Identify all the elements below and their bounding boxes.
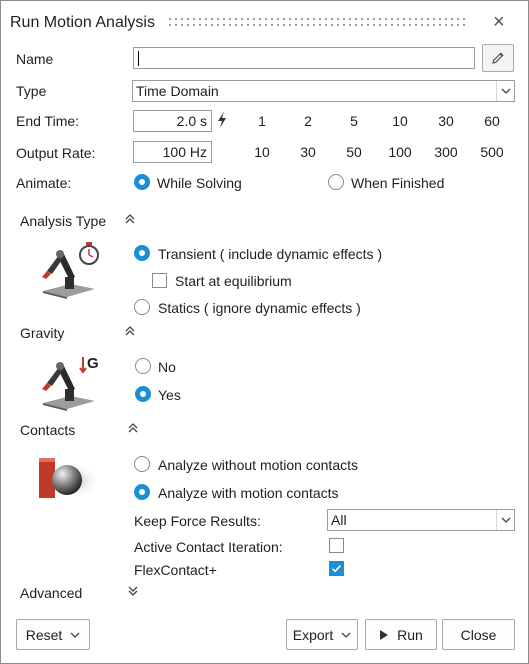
when-finished-label: When Finished: [351, 175, 445, 191]
keep-force-results-select[interactable]: All: [327, 509, 515, 531]
active-contact-iteration-label: Active Contact Iteration:: [134, 539, 283, 555]
active-contact-iteration-checkbox[interactable]: [329, 538, 344, 553]
checkmark-icon: [331, 565, 342, 573]
type-value: Time Domain: [136, 83, 219, 99]
collapse-analysis-type-icon[interactable]: [123, 212, 137, 229]
close-button[interactable]: Close: [442, 619, 515, 650]
flexcontact-checkbox[interactable]: [329, 561, 344, 576]
analysis-type-header: Analysis Type: [20, 213, 107, 229]
reset-button[interactable]: Reset: [16, 619, 90, 650]
output-rate-preset-100[interactable]: 100: [383, 144, 417, 160]
start-at-equilibrium-label: Start at equilibrium: [175, 273, 292, 289]
play-icon: [380, 629, 389, 640]
lightning-icon[interactable]: [215, 111, 229, 132]
gravity-header: Gravity: [20, 325, 65, 341]
pencil-icon[interactable]: [482, 44, 514, 72]
chevron-down-icon[interactable]: [496, 81, 514, 101]
while-solving-label: While Solving: [157, 175, 242, 191]
text-caret: [138, 51, 139, 66]
chevron-down-icon: [341, 632, 351, 638]
radio-when-finished[interactable]: [328, 174, 344, 190]
animate-label: Animate:: [16, 175, 72, 191]
contacts-header: Contacts: [20, 422, 76, 438]
name-label: Name: [16, 51, 54, 67]
output-rate-preset-300[interactable]: 300: [429, 144, 463, 160]
drag-handle[interactable]: [169, 18, 469, 30]
end-time-preset-30[interactable]: 30: [429, 113, 463, 129]
radio-while-solving[interactable]: [134, 174, 150, 190]
collapse-contacts-icon[interactable]: [126, 421, 140, 438]
transient-robot-icon: [39, 241, 101, 302]
radio-gravity-yes[interactable]: [135, 386, 151, 402]
end-time-preset-2[interactable]: 2: [291, 113, 325, 129]
gravity-yes-label: Yes: [158, 387, 181, 403]
gravity-no-label: No: [158, 359, 176, 375]
output-rate-input[interactable]: 100 Hz: [133, 141, 212, 163]
close-label: Close: [460, 626, 497, 643]
output-rate-preset-500[interactable]: 500: [475, 144, 509, 160]
gravity-icon-letter: G: [87, 355, 99, 372]
end-time-input[interactable]: 2.0 s: [133, 110, 212, 132]
radio-transient[interactable]: [134, 245, 150, 261]
name-input[interactable]: [133, 47, 475, 69]
advanced-header: Advanced: [20, 585, 83, 601]
start-at-equilibrium-checkbox[interactable]: [152, 273, 167, 288]
type-select[interactable]: Time Domain: [132, 80, 515, 102]
end-time-label: End Time:: [16, 113, 80, 129]
output-rate-preset-10[interactable]: 10: [245, 144, 279, 160]
keep-force-results-label: Keep Force Results:: [134, 513, 261, 529]
end-time-preset-60[interactable]: 60: [475, 113, 509, 129]
output-rate-label: Output Rate:: [16, 145, 96, 161]
flexcontact-label: FlexContact+: [134, 562, 217, 578]
export-button[interactable]: Export: [286, 619, 358, 650]
keep-force-results-value: All: [331, 512, 347, 528]
output-rate-preset-50[interactable]: 50: [337, 144, 371, 160]
transient-label: Transient ( include dynamic effects ): [158, 246, 383, 262]
contact-ball-icon: [39, 453, 101, 506]
run-motion-analysis-dialog: Run Motion Analysis × Name Type Time Dom…: [0, 0, 529, 664]
radio-without-motion-contacts[interactable]: [134, 456, 150, 472]
dialog-title: Run Motion Analysis: [10, 14, 155, 31]
collapse-gravity-icon[interactable]: [123, 324, 137, 341]
with-motion-contacts-label: Analyze with motion contacts: [158, 485, 339, 501]
radio-gravity-no[interactable]: [135, 358, 151, 374]
without-motion-contacts-label: Analyze without motion contacts: [158, 457, 358, 473]
chevron-down-icon[interactable]: [496, 510, 514, 530]
end-time-preset-10[interactable]: 10: [383, 113, 417, 129]
expand-advanced-icon[interactable]: [126, 584, 140, 601]
type-label: Type: [16, 83, 47, 99]
chevron-down-icon: [70, 632, 80, 638]
export-label: Export: [292, 626, 334, 643]
end-time-preset-1[interactable]: 1: [245, 113, 279, 129]
close-icon[interactable]: ×: [493, 12, 505, 32]
radio-with-motion-contacts[interactable]: [134, 484, 150, 500]
run-label: Run: [397, 626, 423, 643]
end-time-preset-5[interactable]: 5: [337, 113, 371, 129]
reset-label: Reset: [25, 626, 63, 643]
statics-label: Statics ( ignore dynamic effects ): [158, 300, 361, 316]
radio-statics[interactable]: [134, 299, 150, 315]
run-button[interactable]: Run: [365, 619, 437, 650]
output-rate-preset-30[interactable]: 30: [291, 144, 325, 160]
